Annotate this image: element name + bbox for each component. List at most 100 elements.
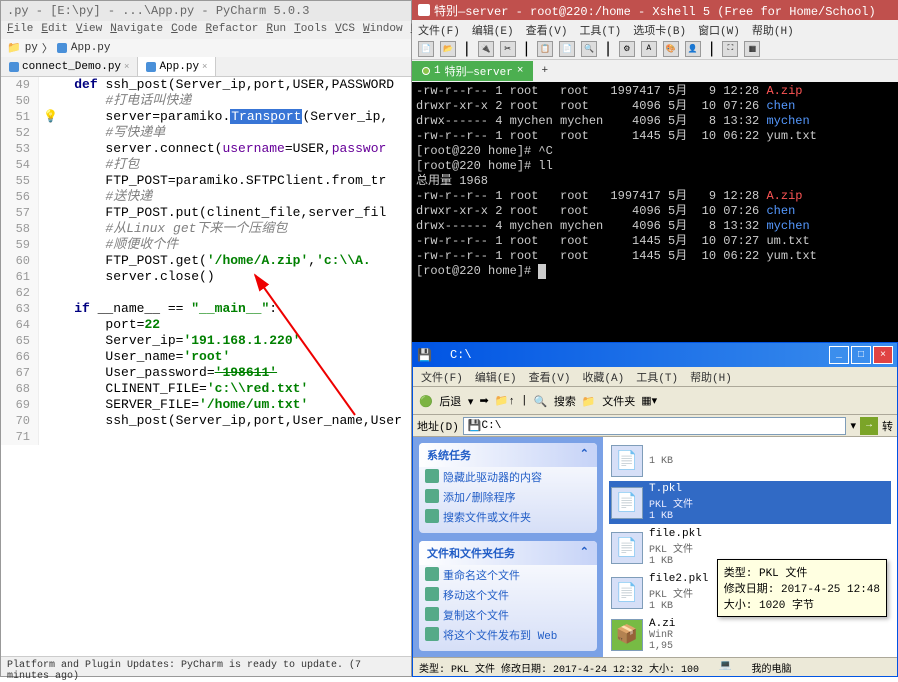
xshell-menu-bar[interactable]: 文件(F) 编辑(E) 查看(V) 工具(T) 选项卡(B) 窗口(W) 帮助(H) (412, 20, 898, 38)
menu-navigate[interactable]: Navigate (110, 23, 163, 37)
task-link[interactable]: 移动这个文件 (419, 585, 597, 605)
code-line[interactable]: 52 #写快递单 (1, 125, 411, 141)
menu-item[interactable]: 文件(F) (421, 369, 463, 384)
new-session-icon[interactable]: 📄 (418, 41, 434, 57)
back-button[interactable]: 🟢 后退 ▾ (419, 393, 473, 409)
menu-vcs[interactable]: VCS (335, 23, 355, 37)
code-text[interactable]: port=22 (39, 317, 160, 333)
menu-tools[interactable]: Tools (294, 23, 327, 37)
close-icon[interactable]: × (124, 62, 129, 72)
code-text[interactable]: server.close() (39, 269, 215, 285)
task-link[interactable]: 将这个文件发布到 Web (419, 625, 597, 645)
font-icon[interactable]: A (641, 41, 657, 57)
task-link[interactable]: 复制这个文件 (419, 605, 597, 625)
breadcrumb-root[interactable]: py (25, 42, 38, 54)
code-text[interactable]: User_password='198611' (39, 365, 277, 381)
code-text[interactable]: User_name='root' (39, 349, 230, 365)
menu-refactor[interactable]: Refactor (206, 23, 259, 37)
code-line[interactable]: 63 if __name__ == "__main__": (1, 301, 411, 317)
code-line[interactable]: 66 User_name='root' (1, 349, 411, 365)
code-line[interactable]: 53 server.connect(username=USER,passwor (1, 141, 411, 157)
search-button[interactable]: 🔍 搜索 (534, 393, 576, 409)
breadcrumb-file[interactable]: App.py (71, 42, 111, 54)
code-line[interactable]: 68 CLINENT_FILE='c:\\red.txt' (1, 381, 411, 397)
views-button[interactable]: ▦▾ (641, 394, 657, 408)
code-line[interactable]: 71 (1, 429, 411, 445)
code-text[interactable]: #送快递 (39, 189, 152, 205)
go-button[interactable]: → (860, 417, 878, 435)
menu-item[interactable]: 查看(V) (529, 369, 571, 384)
code-line[interactable]: 67 User_password='198611' (1, 365, 411, 381)
code-line[interactable]: 57 FTP_POST.put(clinent_file,server_fil (1, 205, 411, 221)
file-list[interactable]: 📄1 KB📄T.pklPKL 文件1 KB📄file.pklPKL 文件1 KB… (603, 437, 897, 657)
code-line[interactable]: 65 Server_ip='191.168.1.220' (1, 333, 411, 349)
menu-run[interactable]: Run (266, 23, 286, 37)
code-text[interactable]: FTP_POST.get('/home/A.zip','c:\\A. (39, 253, 371, 269)
task-link[interactable]: 隐藏此驱动器的内容 (419, 467, 597, 487)
copy-icon[interactable]: 📋 (537, 41, 553, 57)
menu-item[interactable]: 帮助(H) (752, 22, 794, 36)
close-icon[interactable]: × (202, 62, 207, 72)
menu-item[interactable]: 工具(T) (579, 22, 621, 36)
menu-item[interactable]: 收藏(A) (582, 369, 624, 384)
file-item[interactable]: 📄1 KB (609, 443, 891, 479)
code-line[interactable]: 64 port=22 (1, 317, 411, 333)
menu-item[interactable]: 查看(V) (526, 22, 568, 36)
folders-button[interactable]: 📁 文件夹 (582, 393, 635, 409)
menu-item[interactable]: 窗口(W) (698, 22, 740, 36)
code-line[interactable]: 50 #打电话叫快递 (1, 93, 411, 109)
menu-item[interactable]: 文件(F) (418, 22, 460, 36)
reconnect-icon[interactable]: 🔌 (478, 41, 494, 57)
breadcrumb[interactable]: 📁 py 〉 App.py (1, 39, 411, 57)
code-text[interactable] (39, 285, 43, 301)
menu-item[interactable]: 编辑(E) (475, 369, 517, 384)
task-link[interactable]: 添加/删除程序 (419, 487, 597, 507)
code-line[interactable]: 49 def ssh_post(Server_ip,port,USER,PASS… (1, 77, 411, 93)
collapse-icon[interactable]: ⌃ (580, 545, 589, 561)
tab-close-x[interactable]: × (517, 65, 524, 77)
code-text[interactable]: def ssh_post(Server_ip,port,USER,PASSWOR… (39, 77, 394, 93)
code-text[interactable]: #打电话叫快递 (39, 93, 191, 109)
task-link[interactable]: 搜索文件或文件夹 (419, 507, 597, 527)
file-tasks-header[interactable]: 文件和文件夹任务 ⌃ (419, 541, 597, 565)
find-icon[interactable]: 🔍 (581, 41, 597, 57)
code-line[interactable]: 69 SERVER_FILE='/home/um.txt' (1, 397, 411, 413)
explorer-menu-bar[interactable]: 文件(F)编辑(E)查看(V)收藏(A)工具(T)帮助(H) (413, 367, 897, 387)
code-line[interactable]: 58 #从Linux get下来一个压缩包 (1, 221, 411, 237)
terminal-output[interactable]: -rw-r--r-- 1 root root 1997417 5月 9 12:2… (412, 82, 898, 342)
code-editor[interactable]: 💡 49 def ssh_post(Server_ip,port,USER,PA… (1, 77, 411, 655)
tile-icon[interactable]: ▦ (744, 41, 760, 57)
code-text[interactable]: #打包 (39, 157, 139, 173)
xshell-toolbar[interactable]: 📄 📂 | 🔌 ✂ | 📋 📄 🔍 | ⚙ A 🎨 👤 | ⛶ ▦ (412, 38, 898, 60)
profile-icon[interactable]: 👤 (685, 41, 701, 57)
fullscreen-icon[interactable]: ⛶ (722, 41, 738, 57)
xshell-session-tab[interactable]: 1 特别—server × (412, 61, 533, 81)
explorer-title-bar[interactable]: 💾 C:\ _ □ × (413, 343, 897, 367)
new-tab-button[interactable]: + (533, 65, 556, 77)
menu-edit[interactable]: Edit (41, 23, 67, 37)
code-text[interactable]: Server_ip='191.168.1.220' (39, 333, 300, 349)
menu-file[interactable]: File (7, 23, 33, 37)
code-text[interactable]: FTP_POST=paramiko.SFTPClient.from_tr (39, 173, 386, 189)
disconnect-icon[interactable]: ✂ (500, 41, 516, 57)
code-text[interactable]: ssh_post(Server_ip,port,User_name,User (39, 413, 402, 429)
intention-bulb-icon[interactable]: 💡 (43, 109, 58, 124)
close-button[interactable]: × (873, 346, 893, 364)
menu-item[interactable]: 编辑(E) (472, 22, 514, 36)
code-line[interactable]: 51 server=paramiko.Transport(Server_ip, (1, 109, 411, 125)
menu-window[interactable]: Window (363, 23, 403, 37)
file-item[interactable]: 📄T.pklPKL 文件1 KB (609, 481, 891, 524)
code-text[interactable]: CLINENT_FILE='c:\\red.txt' (39, 381, 308, 397)
code-text[interactable]: if __name__ == "__main__": (39, 301, 277, 317)
code-line[interactable]: 54 #打包 (1, 157, 411, 173)
pycharm-menu-bar[interactable]: FileEditViewNavigateCodeRefactorRunTools… (1, 21, 411, 39)
explorer-toolbar[interactable]: 🟢 后退 ▾ ➡ 📁↑ | 🔍 搜索 📁 文件夹 ▦▾ (413, 387, 897, 415)
maximize-button[interactable]: □ (851, 346, 871, 364)
code-text[interactable]: #写快递单 (39, 125, 165, 141)
color-icon[interactable]: 🎨 (663, 41, 679, 57)
code-line[interactable]: 70 ssh_post(Server_ip,port,User_name,Use… (1, 413, 411, 429)
menu-item[interactable]: 选项卡(B) (633, 22, 686, 36)
code-line[interactable]: 60 FTP_POST.get('/home/A.zip','c:\\A. (1, 253, 411, 269)
menu-item[interactable]: 帮助(H) (690, 369, 732, 384)
address-input[interactable]: 💾 C:\ (463, 417, 847, 435)
